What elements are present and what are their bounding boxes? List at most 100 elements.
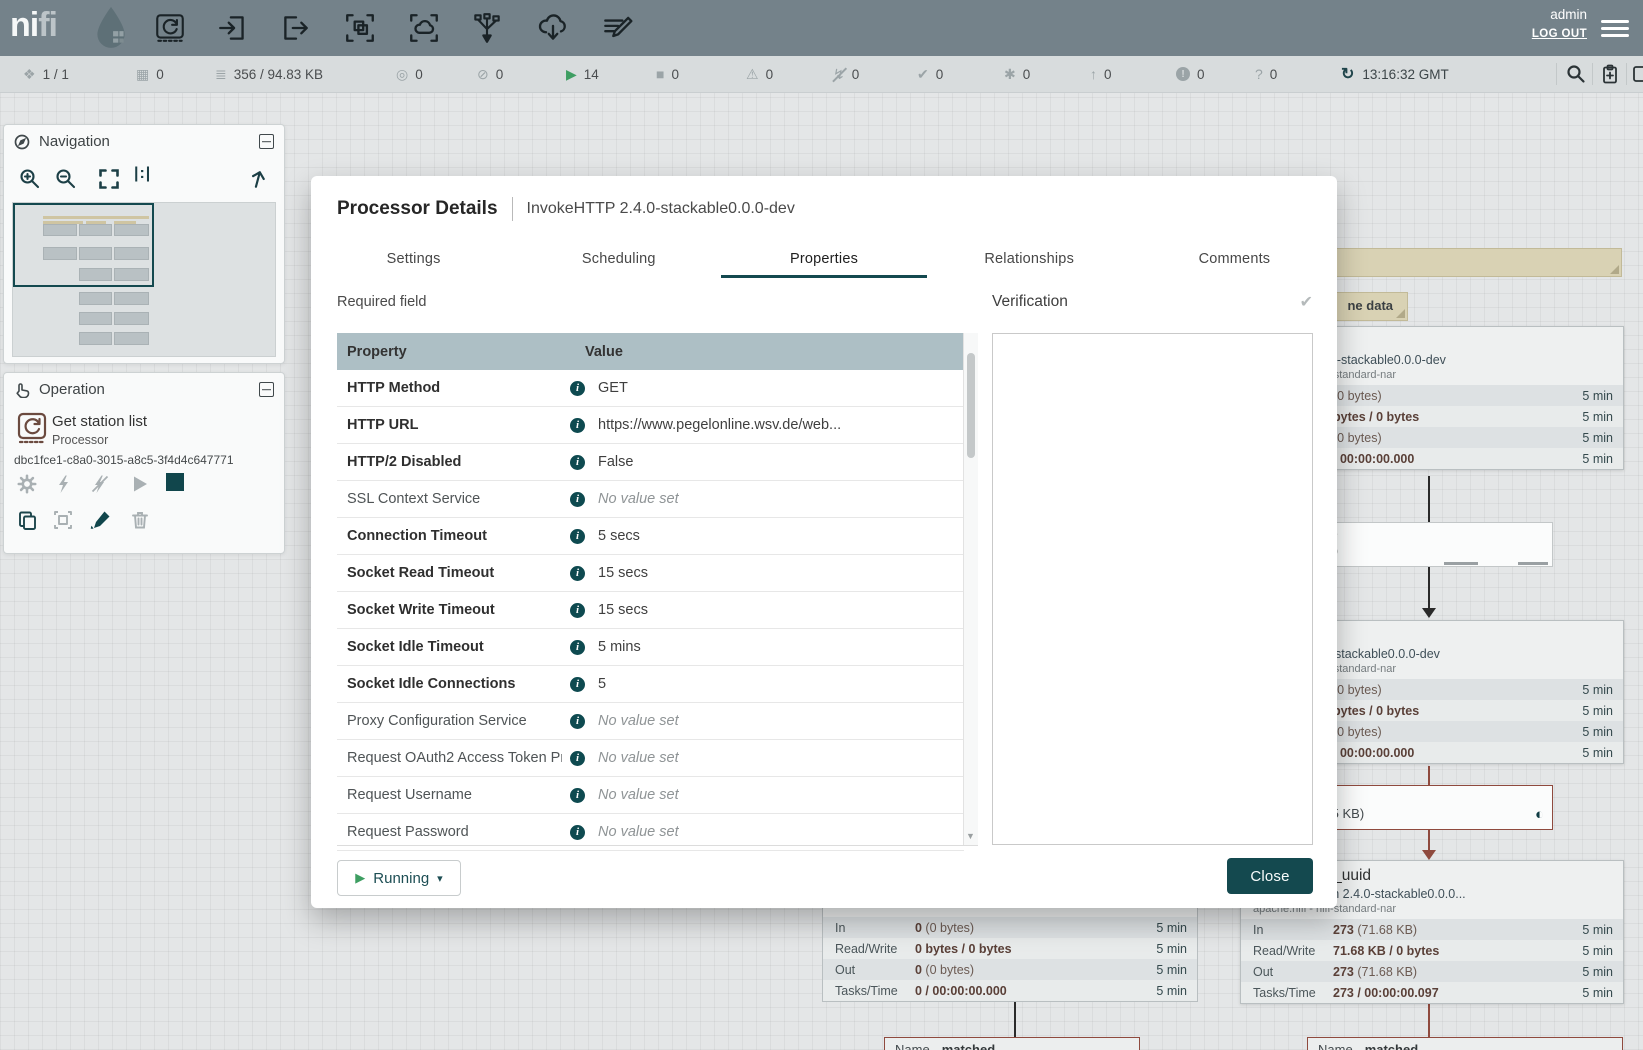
property-row: HTTP URL i https://www.pegelonline.wsv.de/… xyxy=(337,407,964,444)
info-icon[interactable]: i xyxy=(570,825,585,840)
stat-window: 5 min xyxy=(1582,725,1613,739)
connection-label-matched[interactable]: Namematched xyxy=(884,1037,1140,1050)
value-column-header: Value xyxy=(585,344,623,360)
not-transmitting-icon: ⊘ xyxy=(477,67,489,81)
stat-value: (0 bytes) xyxy=(1333,725,1582,739)
minimap-birdseye[interactable] xyxy=(12,202,276,357)
configure-gear-icon[interactable] xyxy=(16,473,38,495)
output-port-draggable-icon[interactable] xyxy=(279,11,313,45)
disable-lightning-slash-icon[interactable] xyxy=(90,473,110,495)
info-icon[interactable]: i xyxy=(570,603,585,618)
label-draggable-icon[interactable] xyxy=(600,11,634,45)
stop-icon[interactable] xyxy=(166,473,184,491)
tab-properties[interactable]: Properties xyxy=(721,240,926,278)
property-value: No value set xyxy=(598,750,679,766)
connection-line[interactable] xyxy=(1428,567,1430,610)
property-value: False xyxy=(598,454,633,470)
remote-process-group-draggable-icon[interactable] xyxy=(407,11,441,45)
info-icon[interactable]: i xyxy=(570,714,585,729)
property-row: Proxy Configuration ServiceiNo value set xyxy=(337,703,964,740)
start-play-icon[interactable] xyxy=(130,474,150,494)
copy-icon[interactable] xyxy=(16,509,38,531)
create-group-icon[interactable] xyxy=(52,509,74,531)
label-resize-handle[interactable] xyxy=(1610,265,1619,274)
tab-settings[interactable]: Settings xyxy=(311,240,516,278)
info-icon[interactable]: i xyxy=(570,566,585,581)
stat-window: 5 min xyxy=(1156,984,1187,998)
chevron-down-icon: ▾ xyxy=(437,872,443,885)
info-icon[interactable]: i xyxy=(570,751,585,766)
transmitting-count: 0 xyxy=(415,67,423,82)
enable-lightning-icon[interactable] xyxy=(54,473,74,495)
download-flow-draggable-icon[interactable] xyxy=(536,11,570,45)
zoom-in-icon[interactable] xyxy=(18,167,42,191)
processor-stats-partial[interactable]: In0 (0 bytes)5 minRead/Write0 bytes / 0 … xyxy=(822,893,1198,1002)
partial-edge-icon[interactable] xyxy=(1633,64,1643,84)
info-icon[interactable]: i xyxy=(570,788,585,803)
hand-pointer-icon xyxy=(14,382,30,398)
logout-link[interactable]: LOG OUT xyxy=(1532,28,1587,40)
property-value: https://www.pegelonline.wsv.de/web... xyxy=(598,417,841,433)
info-icon[interactable]: i xyxy=(570,418,585,433)
zoom-actual-size-icon[interactable]: |:| xyxy=(134,165,151,183)
verification-results-box xyxy=(992,333,1313,845)
property-name: HTTP Method xyxy=(337,380,562,396)
info-icon[interactable]: i xyxy=(570,492,585,507)
stat-value: (0 bytes) xyxy=(1333,683,1582,697)
property-row: Request OAuth2 Access Token Prov...iNo v… xyxy=(337,740,964,777)
property-value: No value set xyxy=(598,824,679,840)
stat-value: 0 (0 bytes) xyxy=(915,921,1156,935)
status-locally-modified-stale: !0 xyxy=(1176,56,1205,92)
nifi-application: ne data t station list okeHTTP 2.4.0-sta… xyxy=(0,0,1643,1050)
info-icon[interactable]: i xyxy=(570,640,585,655)
stat-value: 71.68 KB / 0 bytes xyxy=(1333,944,1582,958)
process-group-draggable-icon[interactable] xyxy=(343,11,377,45)
info-icon[interactable]: i xyxy=(570,529,585,544)
connection-label-matched[interactable]: Namematched xyxy=(1307,1037,1623,1050)
properties-scrollbar[interactable]: ▼ xyxy=(963,333,978,845)
connection-line[interactable] xyxy=(1428,830,1430,852)
connection-arrowhead xyxy=(1422,850,1436,860)
close-button[interactable]: Close xyxy=(1227,858,1313,894)
property-value: 5 mins xyxy=(598,639,641,655)
property-name: HTTP URL xyxy=(337,417,562,433)
tab-scheduling[interactable]: Scheduling xyxy=(516,240,721,278)
zoom-out-icon[interactable] xyxy=(54,167,78,191)
input-port-draggable-icon[interactable] xyxy=(216,11,250,45)
scrollbar-down-arrow[interactable]: ▼ xyxy=(966,831,975,841)
global-menu-button[interactable] xyxy=(1601,16,1629,40)
connection-line[interactable] xyxy=(1428,476,1430,522)
minimap-component xyxy=(79,292,112,305)
info-icon[interactable]: i xyxy=(570,455,585,470)
stat-window: 5 min xyxy=(1582,389,1613,403)
flow-settings-icon[interactable] xyxy=(1600,64,1620,84)
locally-modified-count: 0 xyxy=(1023,67,1031,82)
verification-check-icon[interactable]: ✔ xyxy=(1300,292,1313,312)
property-value: 15 secs xyxy=(598,602,648,618)
selected-component-name: Get station list xyxy=(52,413,147,430)
minimap-viewport[interactable] xyxy=(13,203,154,287)
processor-draggable-icon[interactable] xyxy=(153,11,187,45)
info-icon[interactable]: i xyxy=(570,677,585,692)
status-queued: ≣356 / 94.83 KB xyxy=(215,56,323,92)
collapse-icon[interactable] xyxy=(259,134,274,149)
change-color-brush-icon[interactable] xyxy=(90,509,112,531)
collapse-icon[interactable] xyxy=(259,382,274,397)
tab-relationships[interactable]: Relationships xyxy=(927,240,1132,278)
scrollbar-thumb[interactable] xyxy=(967,353,975,458)
run-status-dropdown[interactable]: ▶ Running ▾ xyxy=(337,860,461,896)
tab-comments[interactable]: Comments xyxy=(1132,240,1337,278)
delete-trash-icon[interactable] xyxy=(130,509,150,531)
search-icon[interactable] xyxy=(1566,64,1586,84)
label-resize-handle[interactable] xyxy=(1396,309,1405,318)
info-icon[interactable]: i xyxy=(570,381,585,396)
connected-nodes-count: 1 / 1 xyxy=(43,67,69,82)
zoom-fit-icon[interactable] xyxy=(97,167,121,191)
property-name: HTTP/2 Disabled xyxy=(337,454,562,470)
connection-line[interactable] xyxy=(1428,766,1430,785)
refresh-icon[interactable]: ↻ xyxy=(1341,64,1354,84)
funnel-draggable-icon[interactable] xyxy=(470,11,504,45)
stat-label: Out xyxy=(1253,965,1333,979)
connection-line[interactable] xyxy=(1428,1000,1430,1037)
expand-navigation-icon[interactable] xyxy=(243,164,272,193)
